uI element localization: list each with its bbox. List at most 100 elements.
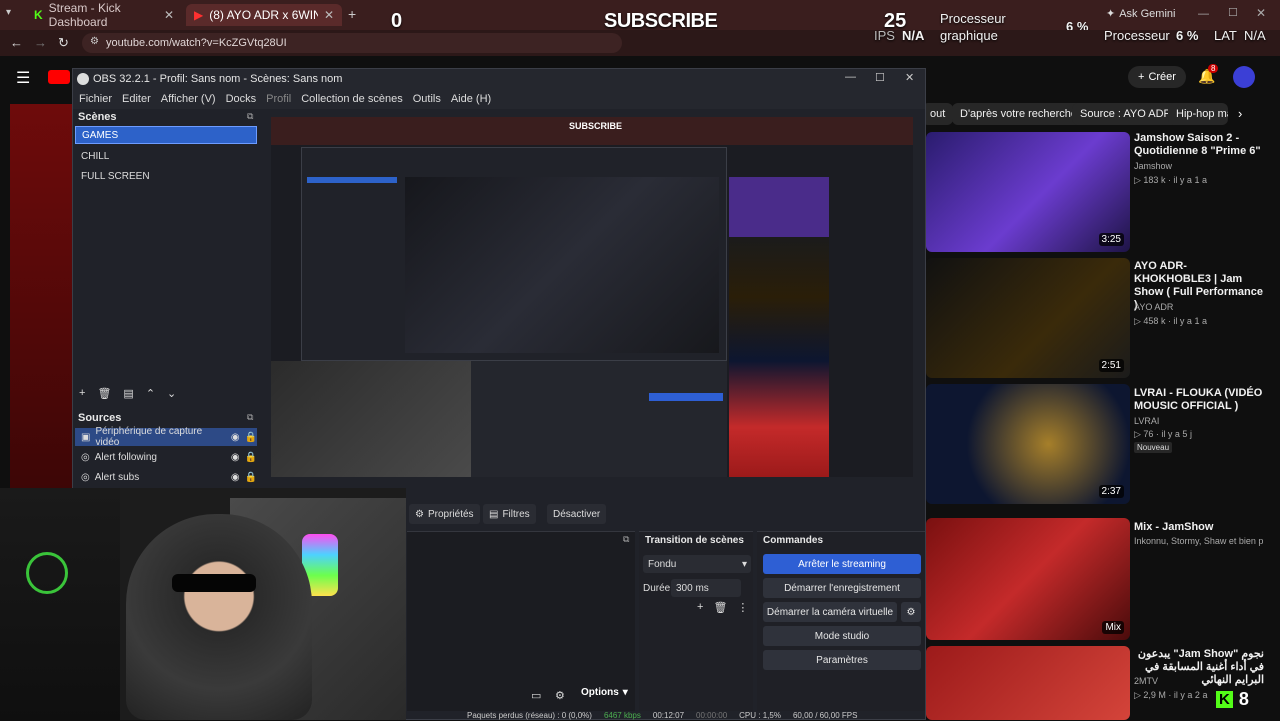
scene-item[interactable]: FULL SCREEN [75, 167, 257, 185]
video-channel[interactable]: Jamshow [1134, 161, 1172, 171]
eye-icon[interactable]: ◉ [231, 472, 240, 483]
hamburger-menu-icon[interactable]: ☰ [16, 68, 30, 88]
scene-item[interactable]: GAMES [75, 126, 257, 144]
nested-video-list [729, 177, 829, 477]
chip-out[interactable]: out [922, 103, 954, 125]
transition-select[interactable]: Fondu ▾ [643, 555, 751, 573]
arrow-down-icon[interactable]: ⌄ [167, 387, 176, 400]
arrow-up-icon[interactable]: ⌃ [146, 387, 155, 400]
reload-icon[interactable]: ↻ [58, 35, 69, 51]
settings-button[interactable]: Paramètres [763, 650, 921, 670]
new-tab-button[interactable]: + [348, 6, 356, 22]
menu-fichier[interactable]: Fichier [79, 93, 112, 105]
eye-icon[interactable]: ◉ [231, 432, 240, 443]
menu-editer[interactable]: Editer [122, 93, 151, 105]
source-item[interactable]: ◎ Alert subs ◉ 🔒 [75, 468, 257, 486]
youtube-logo[interactable] [48, 70, 70, 84]
back-icon[interactable]: ← [10, 35, 23, 50]
duration-value: 300 ms [676, 582, 709, 594]
video-thumbnail[interactable]: 2:51 [926, 258, 1130, 378]
menu-aide[interactable]: Aide (H) [451, 93, 491, 105]
video-channel[interactable]: Inkonnu, Stormy, Shaw et bien plu... [1134, 536, 1264, 546]
scenes-header: Scènes [78, 111, 117, 123]
settings-gear-icon[interactable]: ⚙ [555, 689, 565, 702]
trash-icon[interactable]: 🗑 [97, 387, 111, 400]
minimize-icon[interactable]: — [1198, 8, 1209, 20]
video-channel[interactable]: 2MTV [1134, 676, 1158, 686]
lock-icon[interactable]: 🔒 [245, 432, 257, 443]
options-label: Options [581, 687, 619, 698]
obs-preview[interactable]: SUBSCRIBE [271, 117, 913, 477]
duration-input[interactable]: 300 ms [671, 579, 741, 597]
video-duration: Mix [1102, 621, 1124, 634]
menu-afficher[interactable]: Afficher (V) [161, 93, 216, 105]
scene-item[interactable]: CHILL [75, 147, 257, 165]
chip-search[interactable]: D'après votre recherche [952, 103, 1086, 125]
filter-icon[interactable]: ▤ [123, 387, 133, 400]
video-meta: ▷ 183 k · il y a 1 a [1134, 175, 1207, 185]
chip-source[interactable]: Source : AYO ADR [1072, 103, 1180, 125]
notifications-button[interactable]: 🔔 8 [1198, 64, 1219, 85]
video-channel[interactable]: LVRAI [1134, 416, 1159, 426]
dock-icon[interactable]: ⧉ [623, 534, 629, 545]
properties-button[interactable]: ⚙ Propriétés [409, 504, 480, 524]
menu-collection[interactable]: Collection de scènes [301, 93, 403, 105]
url-field[interactable]: ⚙ youtube.com/watch?v=KcZGVtq28UI [82, 33, 622, 53]
studio-mode-button[interactable]: Mode studio [763, 626, 921, 646]
menu-docks[interactable]: Docks [226, 93, 257, 105]
tab-youtube[interactable]: ▶ (8) AYO ADR x 6WIN - 7AR ✕ [186, 4, 342, 26]
trash-icon[interactable]: 🗑 [713, 601, 727, 614]
video-title[interactable]: Mix - JamShow [1134, 521, 1264, 534]
video-channel[interactable]: AYO ADR [1134, 302, 1173, 312]
chip-hiphop[interactable]: Hip-hop ma [1168, 103, 1228, 125]
disable-button[interactable]: Désactiver [547, 504, 607, 524]
close-window-icon[interactable]: ✕ [1256, 6, 1266, 20]
video-thumbnail[interactable] [926, 646, 1130, 720]
add-icon[interactable]: + [697, 601, 703, 614]
video-thumbnail[interactable]: Mix [926, 518, 1130, 640]
minimize-icon[interactable]: — [845, 71, 856, 83]
sources-header: Sources [78, 412, 122, 424]
tab-kick-dashboard[interactable]: K Stream - Kick Dashboard ✕ [26, 1, 182, 29]
video-thumbnail[interactable]: 2:37 [926, 384, 1130, 504]
start-virtual-camera-button[interactable]: Démarrer la caméra virtuelle [763, 602, 897, 622]
lock-icon[interactable]: 🔒 [245, 452, 257, 463]
filters-button[interactable]: ▤ Filtres [483, 504, 536, 524]
tab-list-button[interactable]: ▾ [6, 7, 22, 23]
close-icon[interactable]: ✕ [905, 71, 914, 84]
maximize-icon[interactable]: ☐ [1228, 6, 1238, 19]
start-recording-button[interactable]: Démarrer l'enregistrement [763, 578, 921, 598]
video-title[interactable]: Jamshow Saison 2 - Quotidienne 8 "Prime … [1134, 132, 1264, 158]
ask-gemini-button[interactable]: ✦ Ask Gemini [1106, 7, 1175, 21]
video-title[interactable]: LVRAI - FLOUKA (VIDÉO MOUSIC OFFICIAL ) [1134, 387, 1264, 413]
nested-preview [405, 177, 719, 353]
overlay-cpu-label: Processeur [1104, 28, 1170, 43]
close-icon[interactable]: ✕ [324, 8, 334, 22]
add-icon[interactable]: + [79, 387, 85, 400]
chevron-right-icon[interactable]: › [1238, 106, 1242, 121]
options-button[interactable]: Options ▾ [581, 687, 628, 698]
maximize-icon[interactable]: ☐ [875, 71, 885, 84]
lock-icon[interactable]: 🔒 [245, 472, 257, 483]
stop-streaming-button[interactable]: Arrêter le streaming [763, 554, 921, 574]
video-thumbnail[interactable]: 3:25 [926, 132, 1130, 252]
site-info-icon[interactable]: ⚙ [90, 36, 99, 47]
forward-icon[interactable]: → [34, 35, 47, 50]
create-button[interactable]: + Créer [1128, 66, 1186, 88]
kick-logo-badge: K 8 [1216, 689, 1249, 710]
close-icon[interactable]: ✕ [164, 8, 174, 22]
eye-icon[interactable]: ◉ [231, 452, 240, 463]
menu-outils[interactable]: Outils [413, 93, 441, 105]
menu-profil[interactable]: Profil [266, 93, 291, 105]
source-label: Alert following [94, 451, 157, 463]
avatar[interactable] [1233, 66, 1255, 88]
dock-icon[interactable]: ⧉ [247, 412, 253, 423]
virtual-camera-settings-button[interactable]: ⚙ [901, 602, 921, 622]
dock-icon[interactable]: ⧉ [247, 111, 253, 122]
more-icon[interactable]: ⋮ [737, 601, 748, 614]
gear-icon: ⚙ [415, 508, 424, 520]
video-duration: 3:25 [1098, 233, 1124, 246]
source-item[interactable]: ▣ Périphérique de capture vidéo ◉ 🔒 [75, 426, 257, 448]
source-item[interactable]: ◎ Alert following ◉ 🔒 [75, 448, 257, 466]
layout-icon[interactable]: ▭ [531, 689, 541, 702]
